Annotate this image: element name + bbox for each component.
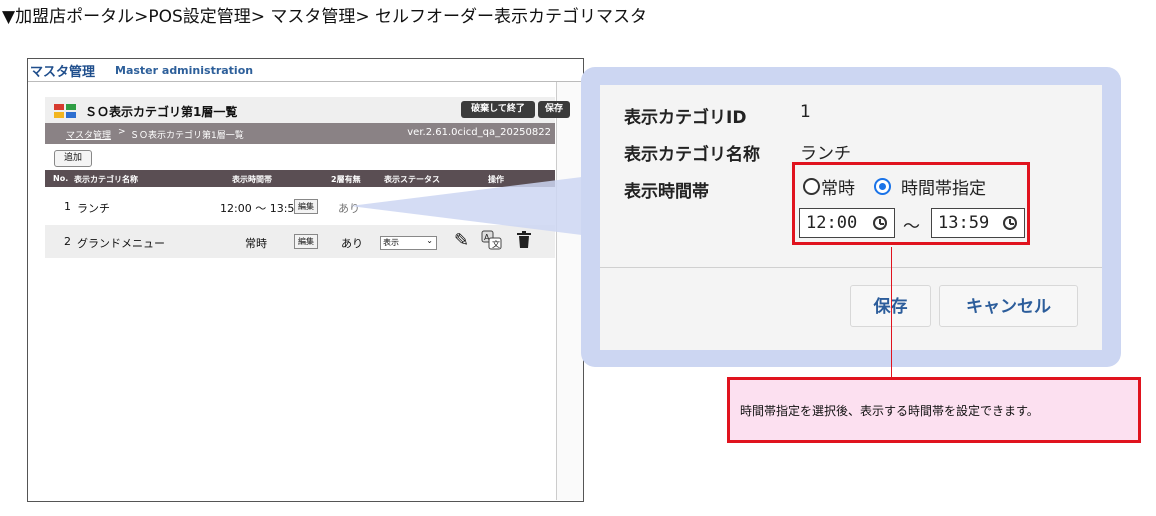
translate-icon[interactable]: A文 bbox=[481, 229, 503, 251]
time-range: 常時 bbox=[245, 237, 267, 250]
time-setting-highlight: 常時 時間帯指定 12:00 ～ 13:59 bbox=[792, 162, 1030, 245]
radio-specified-label: 時間帯指定 bbox=[901, 179, 986, 199]
radio-always[interactable] bbox=[803, 178, 820, 195]
chevron-down-icon: ⌄ bbox=[426, 236, 433, 245]
cancel-button[interactable]: キャンセル bbox=[939, 285, 1078, 327]
row-number: 1 bbox=[64, 200, 71, 213]
add-button[interactable]: 追加 bbox=[54, 150, 92, 167]
layer2-value: あり bbox=[338, 202, 360, 215]
column-header: 2層有無 bbox=[331, 175, 361, 184]
panel-title: ＳＯ表示カテゴリ第1層一覧 bbox=[85, 105, 238, 119]
category-id-label: 表示カテゴリID bbox=[624, 108, 747, 128]
radio-always-label: 常時 bbox=[821, 179, 855, 199]
pencil-icon[interactable]: ✎ bbox=[454, 230, 469, 251]
column-header: 表示カテゴリ名称 bbox=[74, 175, 138, 184]
table-row[interactable]: 1 ランチ 12:00 ～ 13:59 編集 あり bbox=[45, 190, 555, 223]
breadcrumb: マスタ管理 > ＳＯ表示カテゴリ第1層一覧 ver.2.61.0cicd_qa_… bbox=[45, 123, 555, 144]
table-row[interactable]: 2 グランドメニュー 常時 編集 あり 表示 ⌄ ✎ A文 bbox=[45, 225, 555, 258]
end-time-value: 13:59 bbox=[938, 213, 990, 233]
column-header: No. bbox=[53, 174, 69, 183]
tilde-separator: ～ bbox=[903, 217, 920, 237]
svg-text:A: A bbox=[484, 233, 490, 242]
breadcrumb-link-master[interactable]: マスタ管理 bbox=[66, 128, 111, 141]
edit-button[interactable]: 編集 bbox=[294, 199, 318, 214]
time-label: 表示時間帯 bbox=[624, 182, 709, 202]
status-select[interactable]: 表示 ⌄ bbox=[380, 236, 437, 250]
clock-icon[interactable] bbox=[1003, 216, 1017, 230]
category-name: グランドメニュー bbox=[77, 237, 165, 250]
end-time-input[interactable]: 13:59 bbox=[931, 208, 1025, 238]
category-name: ランチ bbox=[77, 202, 110, 215]
row-number: 2 bbox=[64, 235, 71, 248]
version-label: ver.2.61.0cicd_qa_20250822 bbox=[407, 127, 551, 138]
status-select-value: 表示 bbox=[383, 238, 399, 247]
scrollbar[interactable] bbox=[556, 82, 583, 500]
edit-button[interactable]: 編集 bbox=[294, 234, 318, 249]
category-id-value: 1 bbox=[800, 102, 811, 122]
trash-icon[interactable] bbox=[516, 231, 532, 249]
panel-header: ＳＯ表示カテゴリ第1層一覧 破棄して終了 保存 bbox=[45, 97, 570, 123]
annotation-text: 時間帯指定を選択後、表示する時間帯を設定できます。 bbox=[740, 404, 1039, 418]
clock-icon[interactable] bbox=[873, 216, 887, 230]
breadcrumb-current: ＳＯ表示カテゴリ第1層一覧 bbox=[130, 131, 244, 141]
category-name-value: ランチ bbox=[800, 144, 851, 164]
connector-line bbox=[891, 247, 892, 378]
time-range: 12:00 ～ 13:59 bbox=[220, 202, 302, 215]
page-breadcrumb: ▼加盟店ポータル>POS設定管理> マスタ管理> セルフオーダー表示カテゴリマス… bbox=[2, 7, 648, 27]
save-button[interactable]: 保存 bbox=[538, 101, 570, 118]
app-title: マスタ管理 bbox=[30, 65, 96, 80]
category-logo-icon bbox=[54, 104, 76, 118]
category-name-label: 表示カテゴリ名称 bbox=[624, 145, 760, 165]
column-header: 表示時間帯 bbox=[232, 175, 272, 184]
table-header: No. 表示カテゴリ名称 表示時間帯 2層有無 表示ステータス 操作 bbox=[45, 170, 555, 187]
divider bbox=[600, 267, 1102, 268]
annotation-note: 時間帯指定を選択後、表示する時間帯を設定できます。 bbox=[727, 377, 1141, 443]
column-header: 操作 bbox=[488, 175, 504, 184]
app-window: マスタ管理 Master administration ＳＯ表示カテゴリ第1層一… bbox=[27, 58, 584, 502]
radio-specified[interactable] bbox=[874, 178, 891, 195]
svg-text:文: 文 bbox=[492, 239, 500, 249]
app-subtitle: Master administration bbox=[115, 64, 254, 77]
start-time-value: 12:00 bbox=[806, 213, 858, 233]
app-header: マスタ管理 Master administration bbox=[28, 59, 583, 82]
breadcrumb-separator: > bbox=[118, 127, 126, 137]
discard-and-exit-button[interactable]: 破棄して終了 bbox=[461, 101, 535, 118]
layer2-value: あり bbox=[341, 237, 363, 250]
column-header: 表示ステータス bbox=[384, 175, 440, 184]
start-time-input[interactable]: 12:00 bbox=[799, 208, 895, 238]
